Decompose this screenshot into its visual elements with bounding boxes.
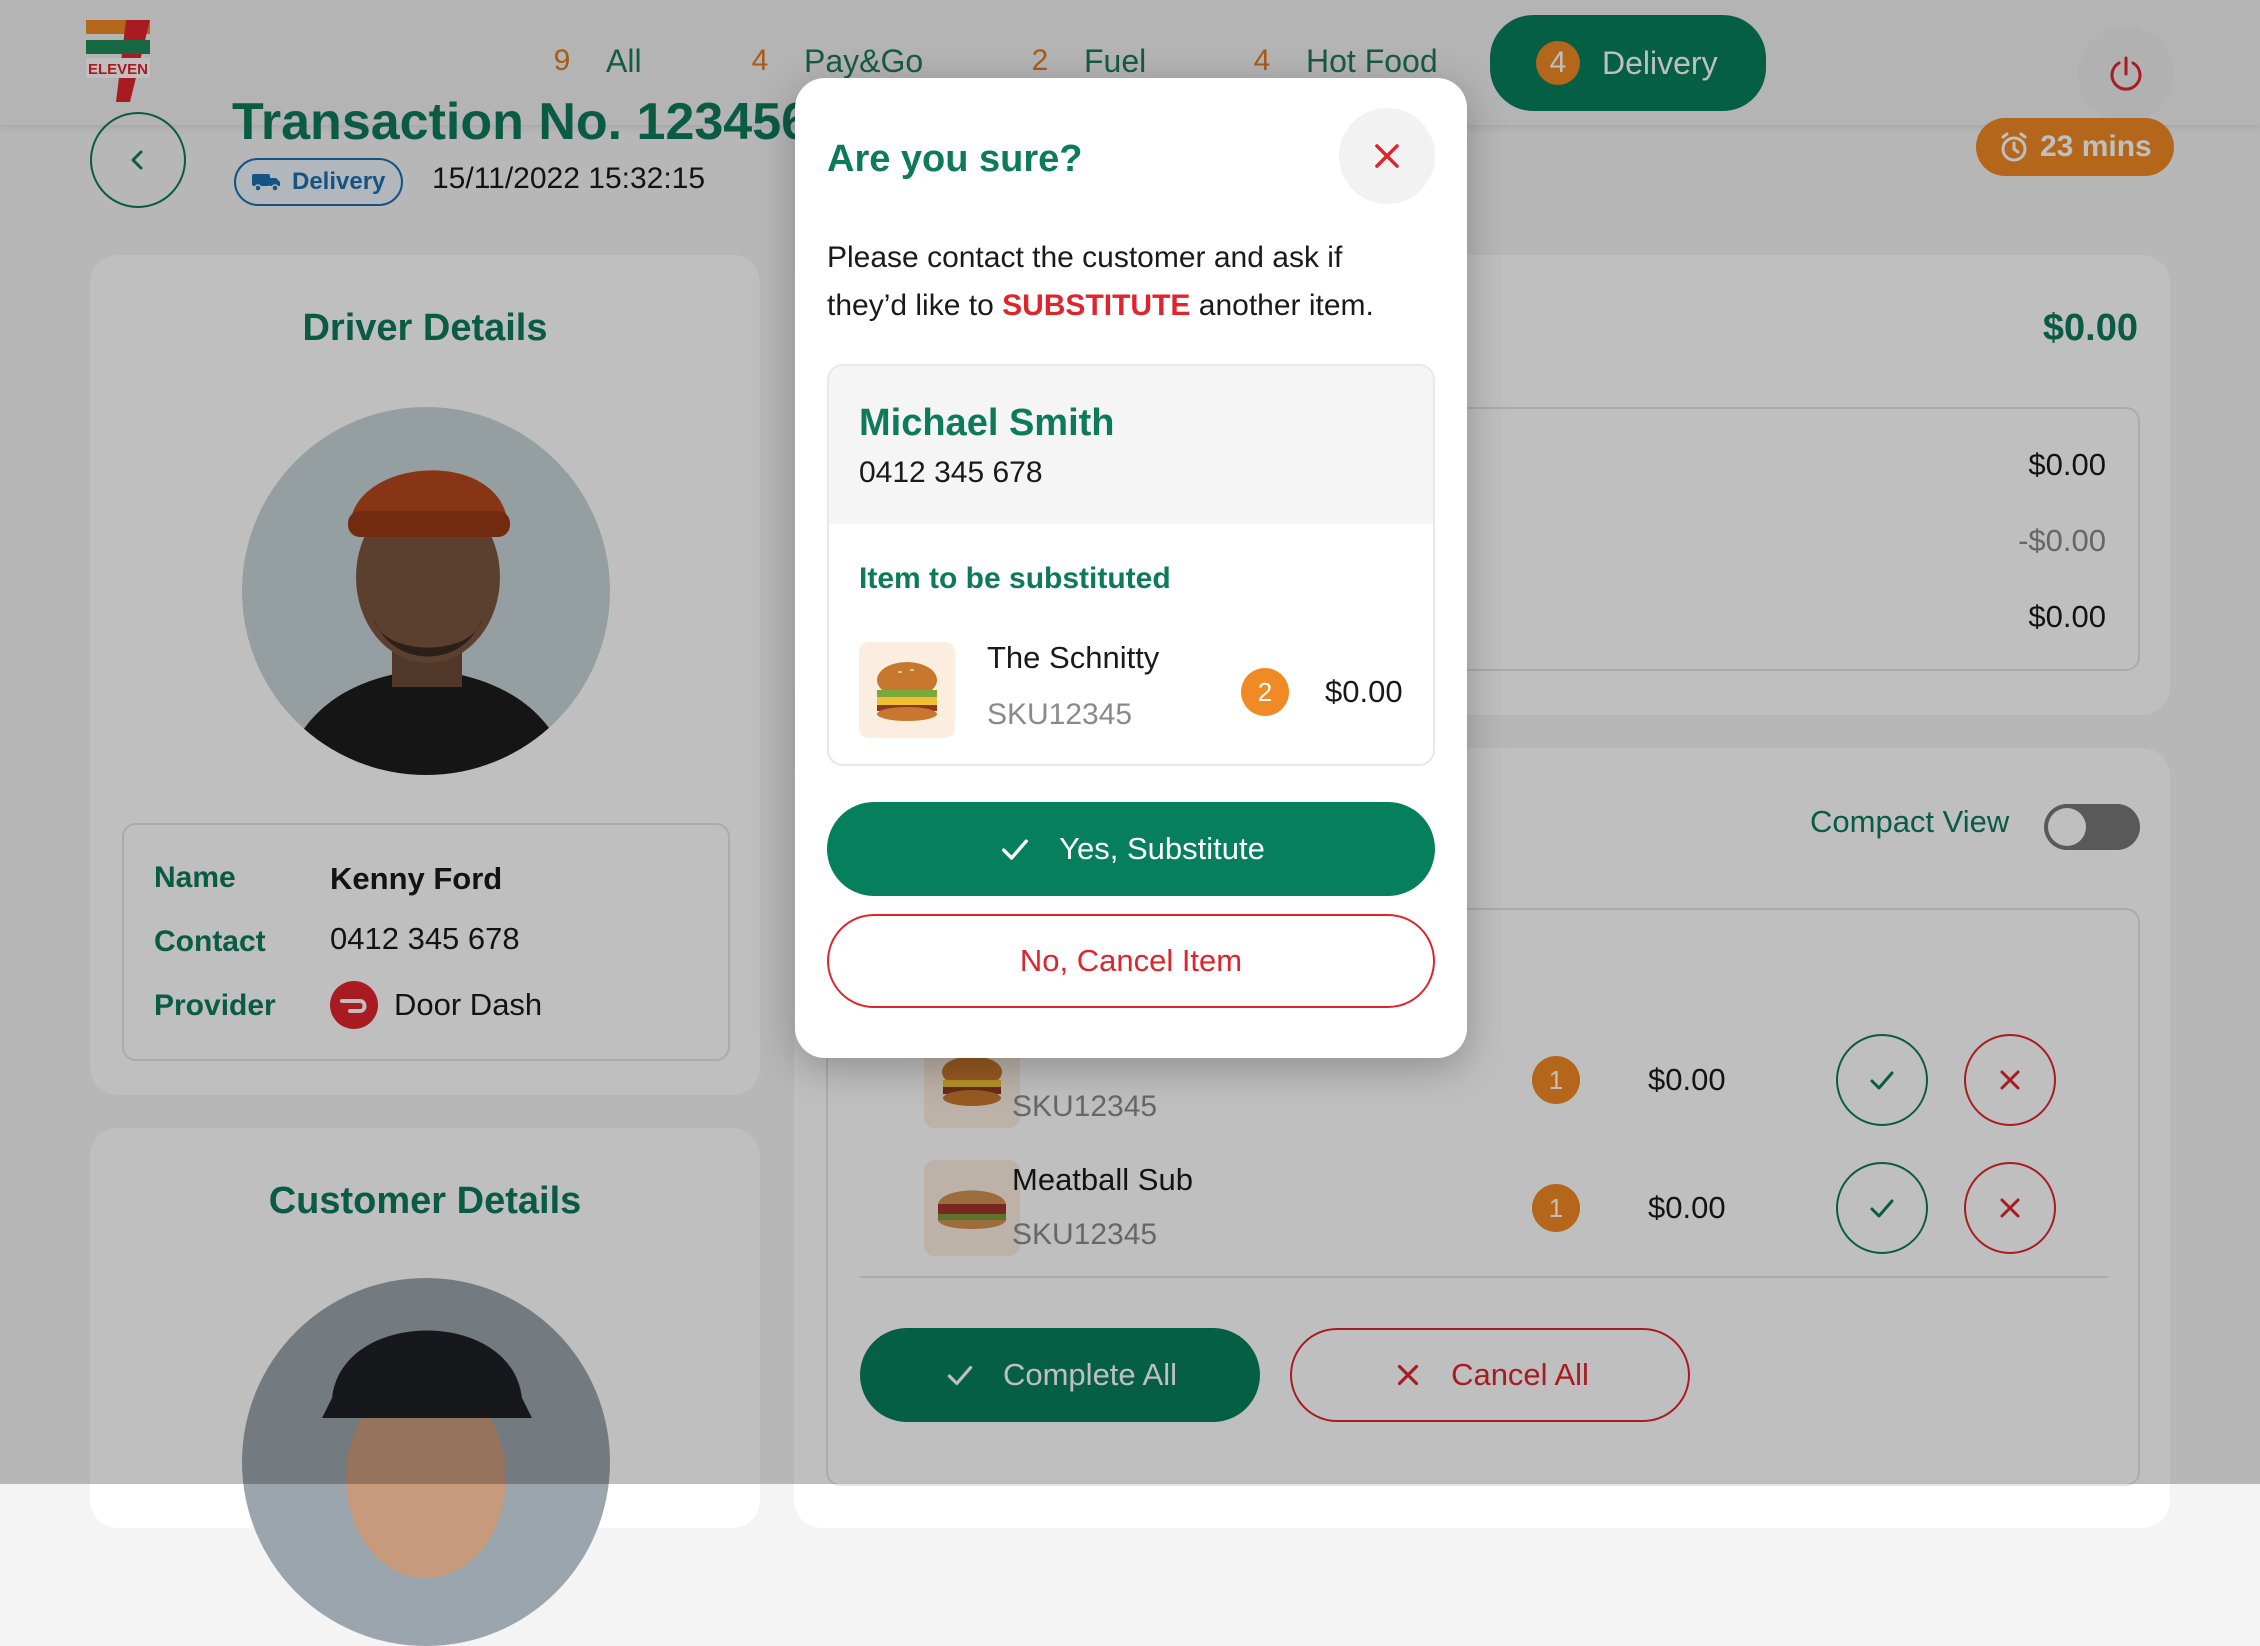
message-highlight: SUBSTITUTE bbox=[1002, 289, 1191, 322]
confirm-label: Yes, Substitute bbox=[1059, 831, 1265, 866]
check-icon bbox=[1002, 839, 1029, 860]
dialog-message: Please contact the customer and ask if t… bbox=[827, 234, 1427, 330]
yes-substitute-button[interactable]: Yes, Substitute bbox=[827, 802, 1435, 896]
cancel-label: No, Cancel Item bbox=[1019, 943, 1243, 978]
customer-contact-section: Michael Smith 0412 345 678 bbox=[829, 366, 1433, 524]
item-heading: Item to be substituted bbox=[859, 562, 1171, 595]
dialog-close-button[interactable] bbox=[1339, 108, 1435, 204]
substitute-dialog: Are you sure? Please contact the custome… bbox=[795, 78, 1467, 1058]
item-name: The Schnitty bbox=[987, 640, 1160, 675]
customer-name: Michael Smith bbox=[859, 402, 1115, 444]
message-text: another item. bbox=[1190, 289, 1374, 322]
quantity-badge: 2 bbox=[1241, 668, 1289, 716]
item-sku: SKU12345 bbox=[987, 698, 1133, 731]
item-thumbnail bbox=[859, 642, 955, 738]
close-icon bbox=[1375, 144, 1399, 168]
item-price: $0.00 bbox=[1325, 674, 1403, 709]
no-cancel-item-button[interactable]: No, Cancel Item bbox=[827, 914, 1435, 1008]
dialog-title: Are you sure? bbox=[827, 138, 1083, 180]
customer-phone: 0412 345 678 bbox=[859, 456, 1043, 489]
substitution-card: Michael Smith 0412 345 678 Item to be su… bbox=[827, 364, 1435, 766]
